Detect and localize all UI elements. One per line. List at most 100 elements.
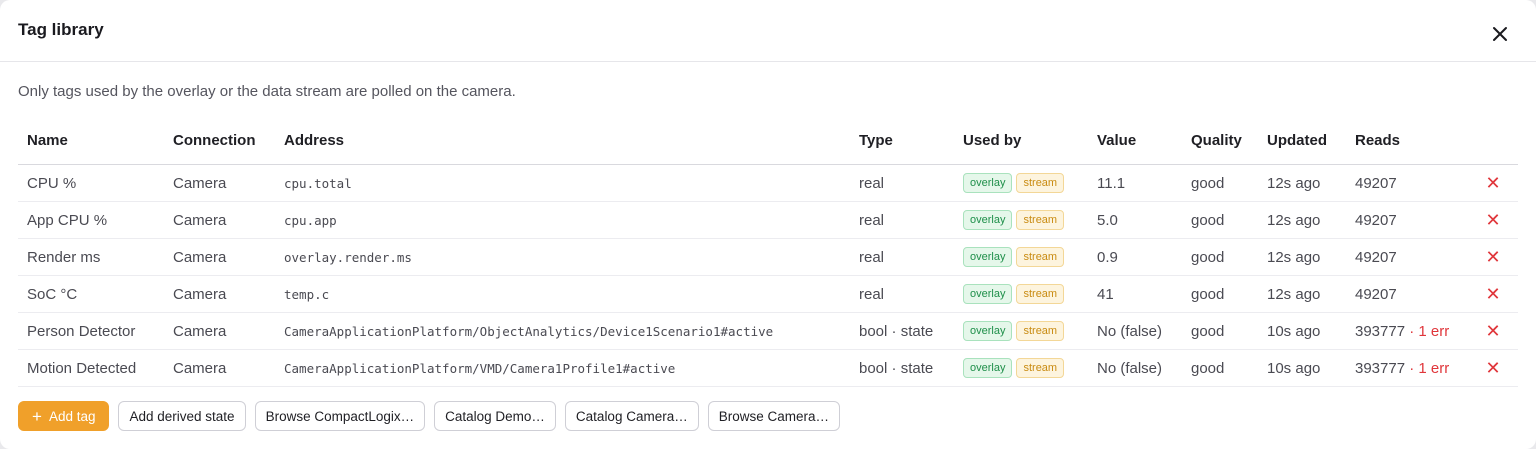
- delete-icon: ✕: [1485, 283, 1501, 304]
- column-header-reads: Reads: [1346, 116, 1474, 165]
- delete-icon: ✕: [1485, 246, 1501, 267]
- dialog-title: Tag library: [18, 20, 104, 39]
- tag-updated: 10s ago: [1258, 349, 1346, 387]
- tag-updated: 12s ago: [1258, 164, 1346, 202]
- reads-errors: · 1 err: [1409, 359, 1450, 377]
- tag-quality: good: [1182, 201, 1258, 239]
- overlay-badge: overlay: [963, 358, 1013, 378]
- tag-connection: Camera: [164, 164, 275, 202]
- tag-updated: 12s ago: [1258, 201, 1346, 239]
- tag-reads: 49207: [1346, 238, 1474, 276]
- overlay-badge: overlay: [963, 210, 1013, 230]
- tag-actions: ✕: [1474, 201, 1518, 239]
- tag-address: cpu.app: [275, 201, 850, 239]
- tag-actions: ✕: [1474, 349, 1518, 387]
- tag-quality: good: [1182, 349, 1258, 387]
- table-row: CPU % Camera cpu.total real overlay strea…: [18, 164, 1518, 202]
- stream-badge: stream: [1016, 284, 1065, 304]
- tag-connection: Camera: [164, 201, 275, 239]
- tag-quality: good: [1182, 275, 1258, 313]
- tag-used-by: overlay stream: [954, 349, 1088, 387]
- tag-reads: 49207: [1346, 164, 1474, 202]
- tag-actions: ✕: [1474, 238, 1518, 276]
- close-icon: [1493, 27, 1507, 41]
- add-tag-label: Add tag: [48, 408, 96, 424]
- table-row: App CPU % Camera cpu.app real overlay str…: [18, 201, 1518, 239]
- reads-count: 393777: [1355, 322, 1406, 340]
- tag-table: Name Connection Address Type Used by Val…: [18, 116, 1518, 387]
- tag-reads: 393777 · 1 err: [1346, 312, 1474, 350]
- dialog-header: Tag library: [0, 0, 1536, 62]
- tag-updated: 12s ago: [1258, 238, 1346, 276]
- tag-address: CameraApplicationPlatform/ObjectAnalytic…: [275, 312, 850, 350]
- tag-actions: ✕: [1474, 275, 1518, 313]
- tag-type: real: [850, 164, 954, 202]
- reads-count: 49207: [1355, 285, 1397, 303]
- tag-updated: 12s ago: [1258, 275, 1346, 313]
- overlay-badge: overlay: [963, 173, 1013, 193]
- reads-count: 49207: [1355, 174, 1397, 192]
- column-header-name: Name: [18, 116, 164, 165]
- delete-icon: ✕: [1485, 357, 1501, 378]
- delete-icon: ✕: [1485, 172, 1501, 193]
- column-header-value: Value: [1088, 116, 1182, 165]
- tag-name: CPU %: [18, 164, 164, 202]
- dialog-footer: + Add tag Add derived state Browse Compac…: [18, 401, 840, 431]
- tag-value: 11.1: [1088, 164, 1182, 202]
- reads-errors: · 1 err: [1409, 322, 1450, 340]
- delete-tag-button[interactable]: ✕: [1483, 247, 1503, 268]
- catalog-camera-button[interactable]: Catalog Camera…: [564, 401, 699, 431]
- tag-type: real: [850, 238, 954, 276]
- tag-connection: Camera: [164, 312, 275, 350]
- tag-type: bool · state: [850, 349, 954, 387]
- column-header-used-by: Used by: [954, 116, 1088, 165]
- tag-used-by: overlay stream: [954, 275, 1088, 313]
- tag-quality: good: [1182, 312, 1258, 350]
- tag-name: SoC °C: [18, 275, 164, 313]
- tag-name: App CPU %: [18, 201, 164, 239]
- table-row: SoC °C Camera temp.c real overlay stream …: [18, 275, 1518, 313]
- delete-tag-button[interactable]: ✕: [1483, 284, 1503, 305]
- tag-value: 5.0: [1088, 201, 1182, 239]
- stream-badge: stream: [1016, 210, 1065, 230]
- tag-quality: good: [1182, 164, 1258, 202]
- tag-value: 0.9: [1088, 238, 1182, 276]
- add-derived-state-button[interactable]: Add derived state: [118, 401, 246, 431]
- reads-count: 393777: [1355, 359, 1406, 377]
- tag-address: CameraApplicationPlatform/VMD/Camera1Pro…: [275, 349, 850, 387]
- column-header-actions: [1474, 116, 1518, 165]
- column-header-quality: Quality: [1182, 116, 1258, 165]
- tag-name: Motion Detected: [18, 349, 164, 387]
- tag-connection: Camera: [164, 275, 275, 313]
- delete-tag-button[interactable]: ✕: [1483, 173, 1503, 194]
- delete-tag-button[interactable]: ✕: [1483, 321, 1503, 342]
- tag-reads: 393777 · 1 err: [1346, 349, 1474, 387]
- tag-value: No (false): [1088, 349, 1182, 387]
- tag-address: overlay.render.ms: [275, 238, 850, 276]
- overlay-badge: overlay: [963, 284, 1013, 304]
- tag-type: real: [850, 275, 954, 313]
- tag-value: 41: [1088, 275, 1182, 313]
- column-header-updated: Updated: [1258, 116, 1346, 165]
- delete-tag-button[interactable]: ✕: [1483, 210, 1503, 231]
- table-row: Person Detector Camera CameraApplication…: [18, 312, 1518, 350]
- tag-connection: Camera: [164, 349, 275, 387]
- tag-updated: 10s ago: [1258, 312, 1346, 350]
- browse-camera-button[interactable]: Browse Camera…: [707, 401, 840, 431]
- delete-tag-button[interactable]: ✕: [1483, 358, 1503, 379]
- close-button[interactable]: [1489, 23, 1511, 45]
- stream-badge: stream: [1016, 247, 1065, 267]
- stream-badge: stream: [1016, 173, 1065, 193]
- tag-used-by: overlay stream: [954, 312, 1088, 350]
- column-header-type: Type: [850, 116, 954, 165]
- tag-actions: ✕: [1474, 312, 1518, 350]
- catalog-demo-button[interactable]: Catalog Demo…: [434, 401, 556, 431]
- tag-actions: ✕: [1474, 164, 1518, 202]
- tag-type: real: [850, 201, 954, 239]
- overlay-badge: overlay: [963, 247, 1013, 267]
- add-tag-button[interactable]: + Add tag: [18, 401, 110, 431]
- tag-library-dialog: Tag library Only tags used by the overla…: [0, 0, 1536, 449]
- plus-icon: +: [32, 406, 42, 426]
- delete-icon: ✕: [1485, 209, 1501, 230]
- browse-compactlogix-button[interactable]: Browse CompactLogix…: [254, 401, 426, 431]
